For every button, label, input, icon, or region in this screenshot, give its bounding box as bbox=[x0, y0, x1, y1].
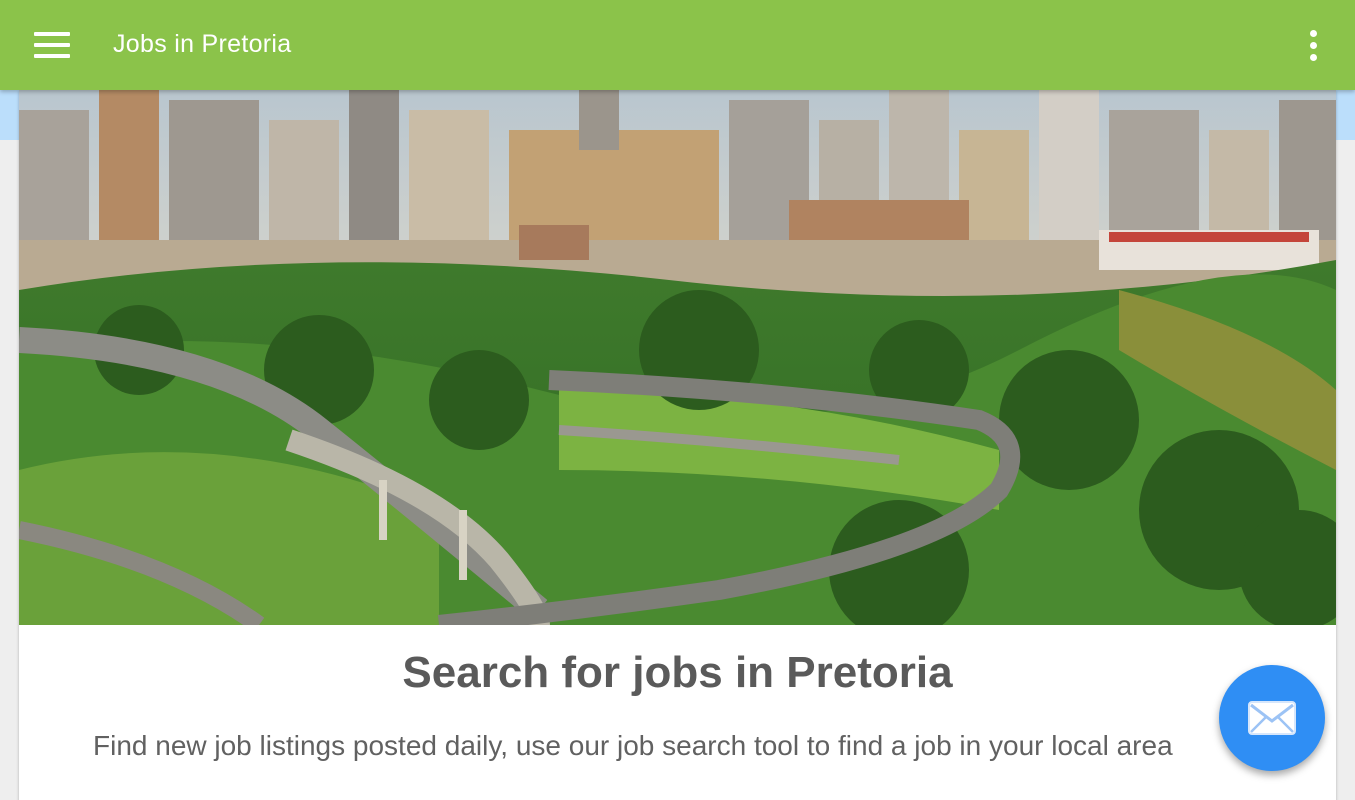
email-icon bbox=[1248, 701, 1296, 735]
email-fab-button[interactable] bbox=[1219, 665, 1325, 771]
city-hero-image bbox=[19, 90, 1336, 625]
intro-card: Search for jobs in Pretoria Find new job… bbox=[19, 90, 1336, 800]
menu-button[interactable] bbox=[22, 21, 82, 69]
hamburger-menu-icon bbox=[34, 32, 70, 36]
more-vert-icon bbox=[1309, 29, 1317, 37]
app-bar: Jobs in Pretoria bbox=[0, 0, 1355, 90]
city-landscape-illustration bbox=[19, 90, 1336, 625]
card-description: Find new job listings posted daily, use … bbox=[93, 730, 1173, 761]
card-title: Search for jobs in Pretoria bbox=[402, 648, 953, 697]
app-title: Jobs in Pretoria bbox=[113, 30, 292, 58]
overflow-menu-button[interactable] bbox=[1293, 21, 1333, 69]
